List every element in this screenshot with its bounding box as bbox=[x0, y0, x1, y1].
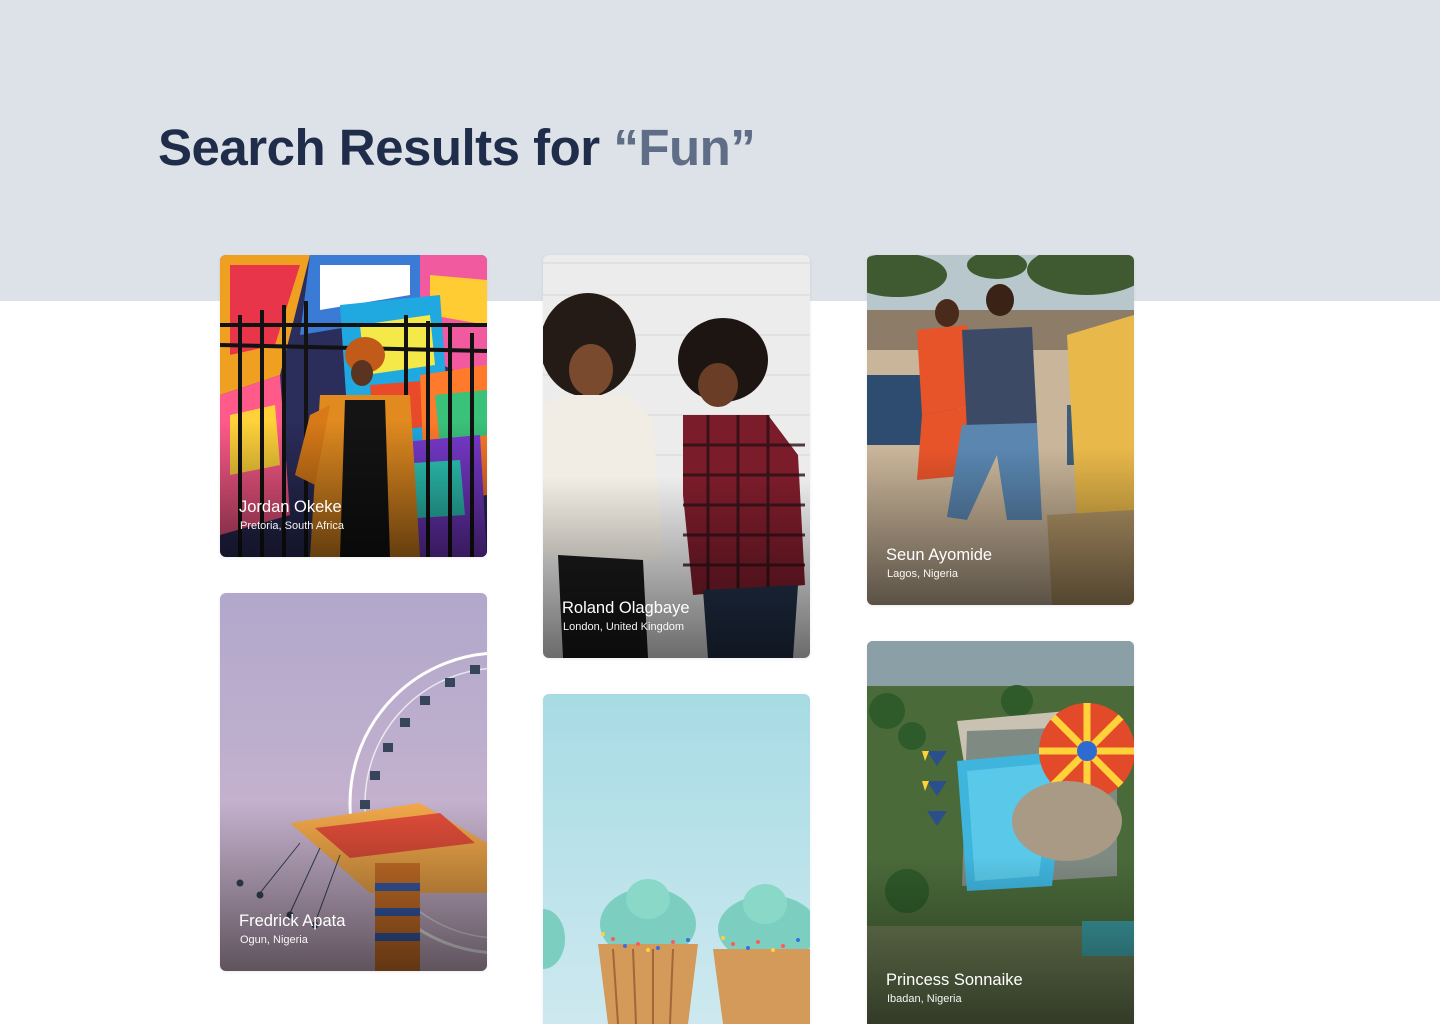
person-name: Fredrick Apata bbox=[239, 912, 346, 930]
person-location: Ibadan, Nigeria bbox=[887, 993, 962, 1005]
person-name: Seun Ayomide bbox=[886, 546, 993, 564]
card-caption: Roland Olagbaye London, United Kingdom bbox=[562, 598, 690, 634]
result-card-cupcakes[interactable] bbox=[543, 694, 810, 1024]
card-caption: Fredrick Apata Ogun, Nigeria bbox=[239, 911, 345, 947]
person-name: Princess Sonnaike bbox=[886, 971, 1023, 989]
card-caption: Seun Ayomide Lagos, Nigeria bbox=[886, 545, 992, 581]
result-card-princess-sonnaike[interactable]: Princess Sonnaike Ibadan, Nigeria bbox=[867, 641, 1134, 1024]
title-prefix: Search Results for bbox=[158, 119, 614, 176]
result-card-jordan-okeke[interactable]: Jordan Okeke Pretoria, South Africa bbox=[220, 255, 487, 557]
person-location: London, United Kingdom bbox=[563, 621, 685, 633]
cupcakes-photo bbox=[543, 694, 810, 1024]
person-location: Lagos, Nigeria bbox=[887, 568, 958, 580]
result-card-roland-olagbaye[interactable]: Roland Olagbaye London, United Kingdom bbox=[543, 255, 810, 658]
caption-gradient bbox=[220, 421, 487, 557]
result-card-seun-ayomide[interactable]: Seun Ayomide Lagos, Nigeria bbox=[867, 255, 1134, 605]
person-name: Roland Olagbaye bbox=[562, 599, 690, 617]
person-name: Jordan Okeke bbox=[239, 498, 342, 516]
person-location: Pretoria, South Africa bbox=[240, 520, 344, 532]
card-caption: Princess Sonnaike Ibadan, Nigeria bbox=[886, 970, 1023, 1006]
search-query: “Fun” bbox=[613, 119, 756, 176]
page-title: Search Results for “Fun” bbox=[158, 118, 756, 177]
person-location: Ogun, Nigeria bbox=[240, 934, 308, 946]
card-caption: Jordan Okeke Pretoria, South Africa bbox=[239, 497, 344, 533]
result-card-fredrick-apata[interactable]: Fredrick Apata Ogun, Nigeria bbox=[220, 593, 487, 971]
search-results-page: Search Results for “Fun” Jordan Okeke Pr… bbox=[0, 0, 1440, 1024]
caption-gradient bbox=[867, 447, 1134, 605]
